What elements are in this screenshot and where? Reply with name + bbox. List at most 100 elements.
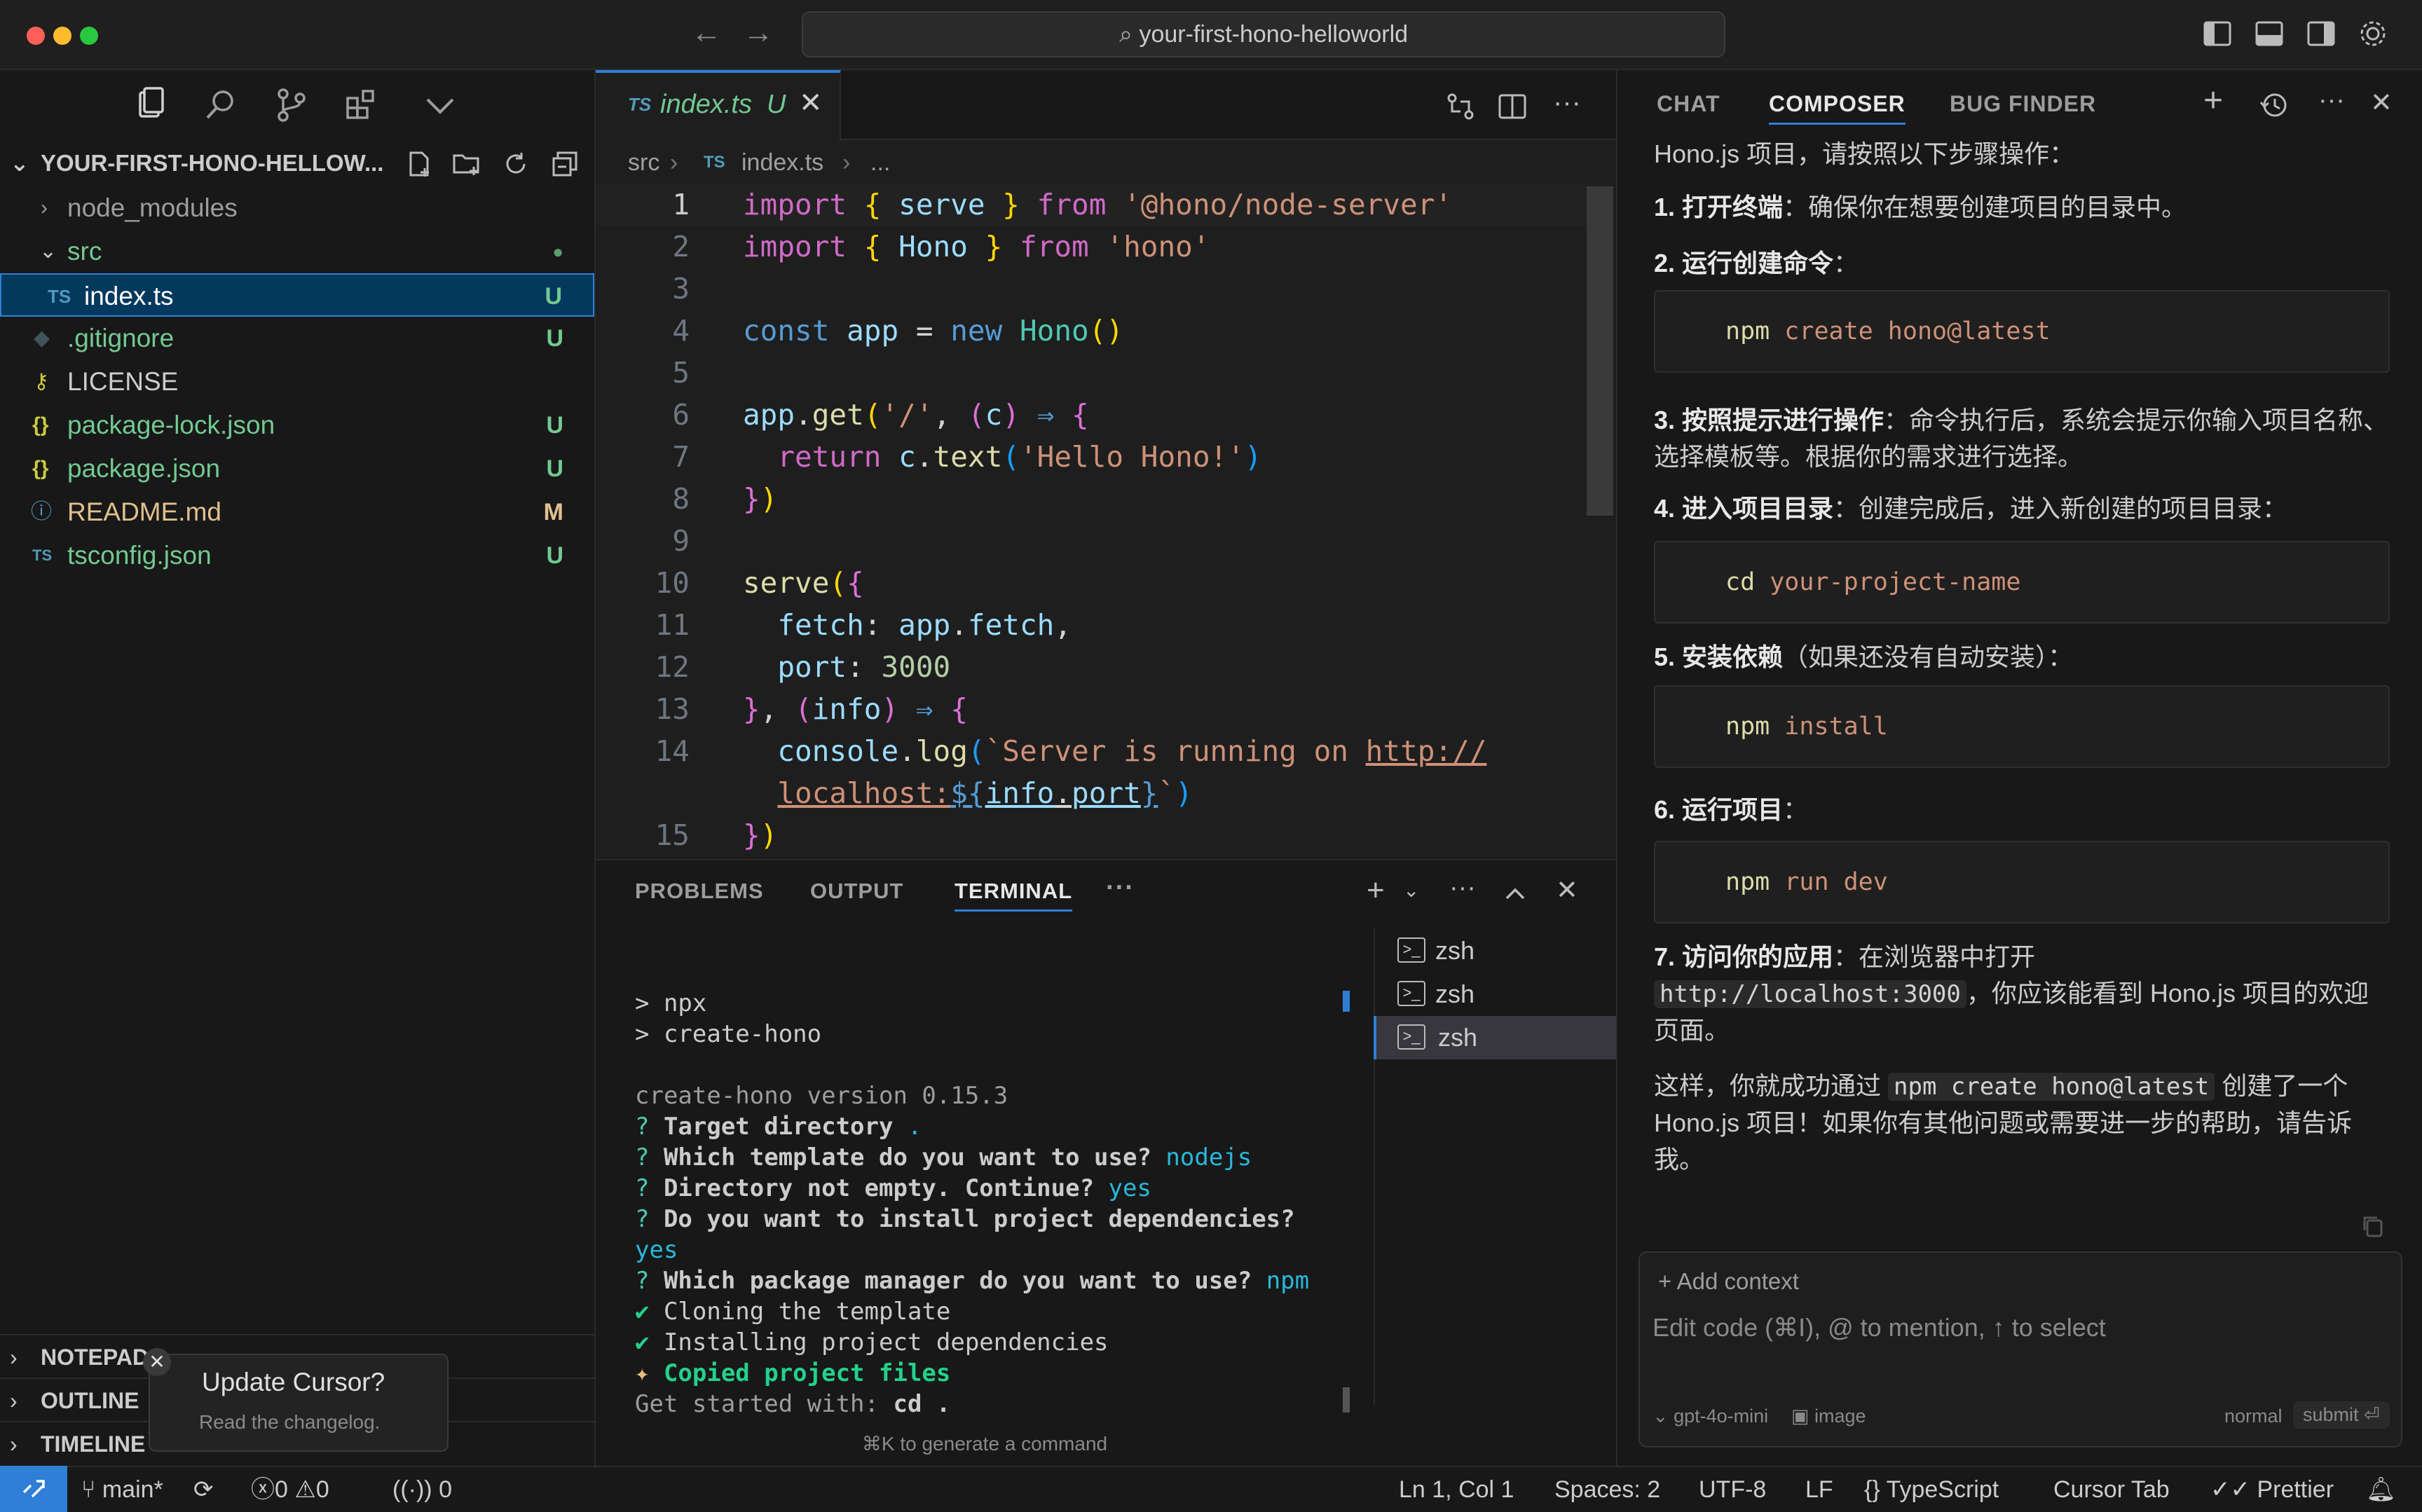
bell-icon[interactable]: 🔔︎ xyxy=(2366,1467,2396,1512)
tree-item-tsconfig-json[interactable]: TS tsconfig.json U xyxy=(0,534,594,577)
tree-item-gitignore[interactable]: ◆ .gitignore U xyxy=(0,317,594,360)
code-line[interactable]: 8}) xyxy=(596,478,1591,520)
problems-indicator[interactable]: ⓧ0 ⚠0 xyxy=(251,1467,329,1512)
new-file-icon[interactable] xyxy=(405,150,433,178)
close-window-button[interactable] xyxy=(27,27,45,45)
code-block[interactable]: cd your-project-name xyxy=(1654,541,2390,624)
terminal-scrollbar[interactable] xyxy=(1343,1387,1350,1413)
refresh-icon[interactable] xyxy=(502,150,530,178)
minimize-window-button[interactable] xyxy=(53,27,71,45)
collapse-all-icon[interactable] xyxy=(551,150,579,178)
explorer-files-icon[interactable] xyxy=(130,85,170,125)
editor-scrollbar[interactable] xyxy=(1587,186,1613,516)
code-line[interactable]: 2 import { Hono } from 'hono' xyxy=(596,226,1591,268)
close-panel-icon[interactable]: ✕ xyxy=(1556,874,1578,906)
submit-button[interactable]: submit ⏎ xyxy=(2293,1401,2390,1429)
tab-composer[interactable]: COMPOSER xyxy=(1769,91,1906,125)
image-button[interactable]: ▣ image xyxy=(1791,1406,1866,1427)
changelog-link[interactable]: Read the changelog. xyxy=(199,1411,380,1434)
terminal-instance-2[interactable]: >_ zsh xyxy=(1374,973,1616,1016)
close-pane-icon[interactable]: ✕ xyxy=(2370,87,2393,118)
code-line[interactable]: 4 const app = new Hono() xyxy=(596,310,1591,352)
explorer-root-header[interactable]: ⌄ YOUR-FIRST-HONO-HELLOW... xyxy=(0,140,594,186)
cursor-position[interactable]: Ln 1, Col 1 xyxy=(1399,1467,1514,1512)
toast-close-icon[interactable]: ✕ xyxy=(143,1348,171,1376)
more-actions-icon[interactable]: ··· xyxy=(1449,873,1476,903)
maximize-window-button[interactable] xyxy=(80,27,98,45)
code-line[interactable]: 14 console.log(`Server is running on htt… xyxy=(596,730,1591,772)
code-block[interactable]: npm run dev xyxy=(1654,841,2390,923)
remote-indicator[interactable] xyxy=(0,1466,67,1512)
copy-icon[interactable] xyxy=(2360,1214,2386,1239)
code-line[interactable]: 13}, (info) ⇒ { xyxy=(596,688,1591,730)
indentation[interactable]: Spaces: 2 xyxy=(1554,1467,1660,1512)
code-line[interactable]: 12 port: 3000 xyxy=(596,646,1591,688)
terminal-instance-3[interactable]: >_ zsh xyxy=(1374,1016,1616,1059)
tab-index-ts[interactable]: TS index.ts U ✕ xyxy=(596,70,841,142)
more-actions-icon[interactable]: ··· xyxy=(2318,85,2345,116)
source-control-icon[interactable] xyxy=(272,85,311,125)
prettier[interactable]: ✓✓ Prettier xyxy=(2210,1467,2334,1512)
model-selector[interactable]: ⌄ gpt-4o-mini xyxy=(1653,1406,1768,1427)
back-arrow-icon[interactable]: ← xyxy=(691,15,722,50)
code-line[interactable]: 11 fetch: app.fetch, xyxy=(596,604,1591,646)
terminal-output[interactable]: > npx > create-hono create-hono version … xyxy=(635,988,1336,1420)
code-line[interactable]: 3 xyxy=(596,268,1591,310)
new-terminal-icon[interactable]: + xyxy=(1367,873,1385,908)
settings-gear-icon[interactable] xyxy=(2358,18,2388,49)
breadcrumb-folder[interactable]: src xyxy=(628,142,659,184)
tab-problems[interactable]: PROBLEMS xyxy=(635,879,764,904)
forward-arrow-icon[interactable]: → xyxy=(743,15,774,50)
breadcrumb-symbols[interactable]: ... xyxy=(870,142,890,184)
line-ending[interactable]: LF xyxy=(1805,1467,1833,1512)
search-icon[interactable] xyxy=(202,85,241,125)
code-line[interactable]: 7 return c.text('Hello Hono!') xyxy=(596,436,1591,478)
sync-icon[interactable]: ⟳ xyxy=(193,1467,214,1512)
encoding[interactable]: UTF-8 xyxy=(1699,1467,1766,1512)
new-folder-icon[interactable] xyxy=(451,150,482,178)
tree-item-src[interactable]: ⌄ src ● xyxy=(0,230,594,273)
tab-output[interactable]: OUTPUT xyxy=(810,879,903,904)
composer-input-box[interactable]: + Add context Edit code (⌘I), @ to menti… xyxy=(1638,1251,2402,1448)
code-line[interactable]: 1 import { serve } from '@hono/node-serve… xyxy=(596,184,1591,226)
toggle-secondary-sidebar-icon[interactable] xyxy=(2306,18,2337,49)
update-toast[interactable]: ✕ Update Cursor? Read the changelog. xyxy=(143,1348,449,1452)
code-line[interactable]: 15}) xyxy=(596,814,1591,851)
terminal-instance-1[interactable]: >_ zsh xyxy=(1374,929,1616,973)
tab-bug-finder[interactable]: BUG FINDER xyxy=(1950,91,2096,117)
language-mode[interactable]: {} TypeScript xyxy=(1864,1467,1999,1512)
command-search-bar[interactable]: ⌕ your-first-hono-helloworld xyxy=(802,11,1725,57)
code-line[interactable]: 5 xyxy=(596,352,1591,394)
ports-indicator[interactable]: ((·)) 0 xyxy=(392,1467,452,1512)
toggle-panel-icon[interactable] xyxy=(2254,18,2285,49)
mode-selector[interactable]: normal xyxy=(2224,1406,2283,1427)
new-chat-icon[interactable]: + xyxy=(2203,81,2223,120)
tab-terminal[interactable]: TERMINAL xyxy=(955,879,1073,912)
compare-changes-icon[interactable] xyxy=(1445,91,1476,122)
tree-item-readme-md[interactable]: ⓘ README.md M xyxy=(0,490,594,534)
tree-item-license[interactable]: ⚷ LICENSE xyxy=(0,360,594,404)
add-context-button[interactable]: + Add context xyxy=(1658,1268,1799,1295)
cursor-tab[interactable]: Cursor Tab xyxy=(2053,1467,2170,1512)
code-line[interactable]: 10 serve({ xyxy=(596,562,1591,604)
split-editor-icon[interactable] xyxy=(1497,91,1528,122)
toggle-primary-sidebar-icon[interactable] xyxy=(2202,18,2233,49)
tree-item-node-modules[interactable]: › node_modules xyxy=(0,186,594,230)
maximize-panel-icon[interactable] xyxy=(1501,880,1529,908)
code-line[interactable]: localhost:${info.port}`) xyxy=(596,772,1591,814)
extensions-icon[interactable] xyxy=(343,85,383,125)
composer-placeholder[interactable]: Edit code (⌘I), @ to mention, ↑ to selec… xyxy=(1653,1313,2106,1342)
chevron-down-icon[interactable] xyxy=(420,85,460,125)
code-line[interactable]: 9 xyxy=(596,520,1591,562)
tree-item-package-json[interactable]: {} package.json U xyxy=(0,447,594,490)
code-line[interactable]: 6 app.get('/', (c) ⇒ { xyxy=(596,394,1591,436)
breadcrumb-file[interactable]: index.ts xyxy=(741,142,823,184)
tree-item-index-ts[interactable]: TS index.ts U xyxy=(0,273,594,317)
chevron-down-icon[interactable]: ⌄ xyxy=(1403,879,1419,902)
code-block[interactable]: npm install xyxy=(1654,685,2390,768)
close-tab-icon[interactable]: ✕ xyxy=(799,87,823,119)
git-branch[interactable]: ⑂ main* xyxy=(81,1467,163,1512)
code-block[interactable]: npm create hono@latest xyxy=(1654,290,2390,373)
history-icon[interactable] xyxy=(2258,90,2289,121)
tab-chat[interactable]: CHAT xyxy=(1657,91,1720,117)
